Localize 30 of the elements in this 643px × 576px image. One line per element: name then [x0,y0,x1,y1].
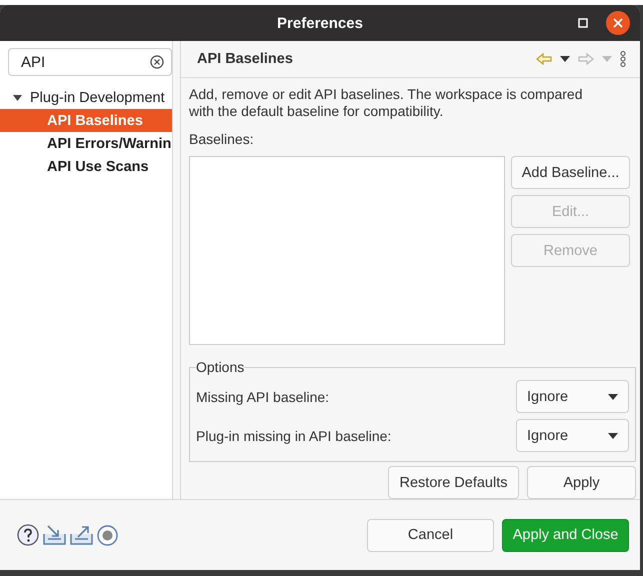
option-label: Plug-in missing in API baseline: [196,428,392,444]
caret-icon[interactable] [13,93,22,102]
window-title: Preferences [277,14,363,32]
dropdown-caret-icon[interactable] [608,394,618,400]
apply-button[interactable]: Apply [527,466,636,499]
more-icon[interactable] [620,51,626,67]
cancel-button[interactable]: Cancel [367,518,494,552]
tree-item[interactable]: Plug-in Development [0,86,172,109]
restore-defaults-button[interactable]: Restore Defaults [388,466,519,499]
option-dropdown[interactable]: Ignore [516,380,629,413]
dropdown-caret-icon[interactable] [608,432,618,438]
help-icon[interactable] [17,524,39,546]
options-legend: Options [196,359,244,375]
tree-item[interactable]: API Use Scans [0,155,172,178]
clear-icon[interactable] [150,55,164,69]
option-label: Missing API baseline: [196,388,330,404]
tree-item[interactable]: API Baselines [0,109,172,132]
tree-item[interactable]: API Errors/Warnin [0,132,172,155]
import-icon[interactable] [43,525,66,545]
page-title: API Baselines [197,51,294,67]
close-icon[interactable] [606,11,630,35]
baselines-label: Baselines: [189,131,255,147]
maximize-icon[interactable] [578,18,588,28]
dropdown-caret-icon[interactable] [560,56,570,62]
record-icon[interactable] [97,524,118,546]
description-text: Add, remove or edit API baselines. The workspace is compared with the default baseline for compatibility. [189,86,584,120]
filter-field[interactable]: API [8,48,172,76]
baseline-button[interactable]: Add Baseline... [511,156,630,189]
option-dropdown[interactable]: Ignore [516,419,629,452]
export-icon[interactable] [70,525,93,545]
